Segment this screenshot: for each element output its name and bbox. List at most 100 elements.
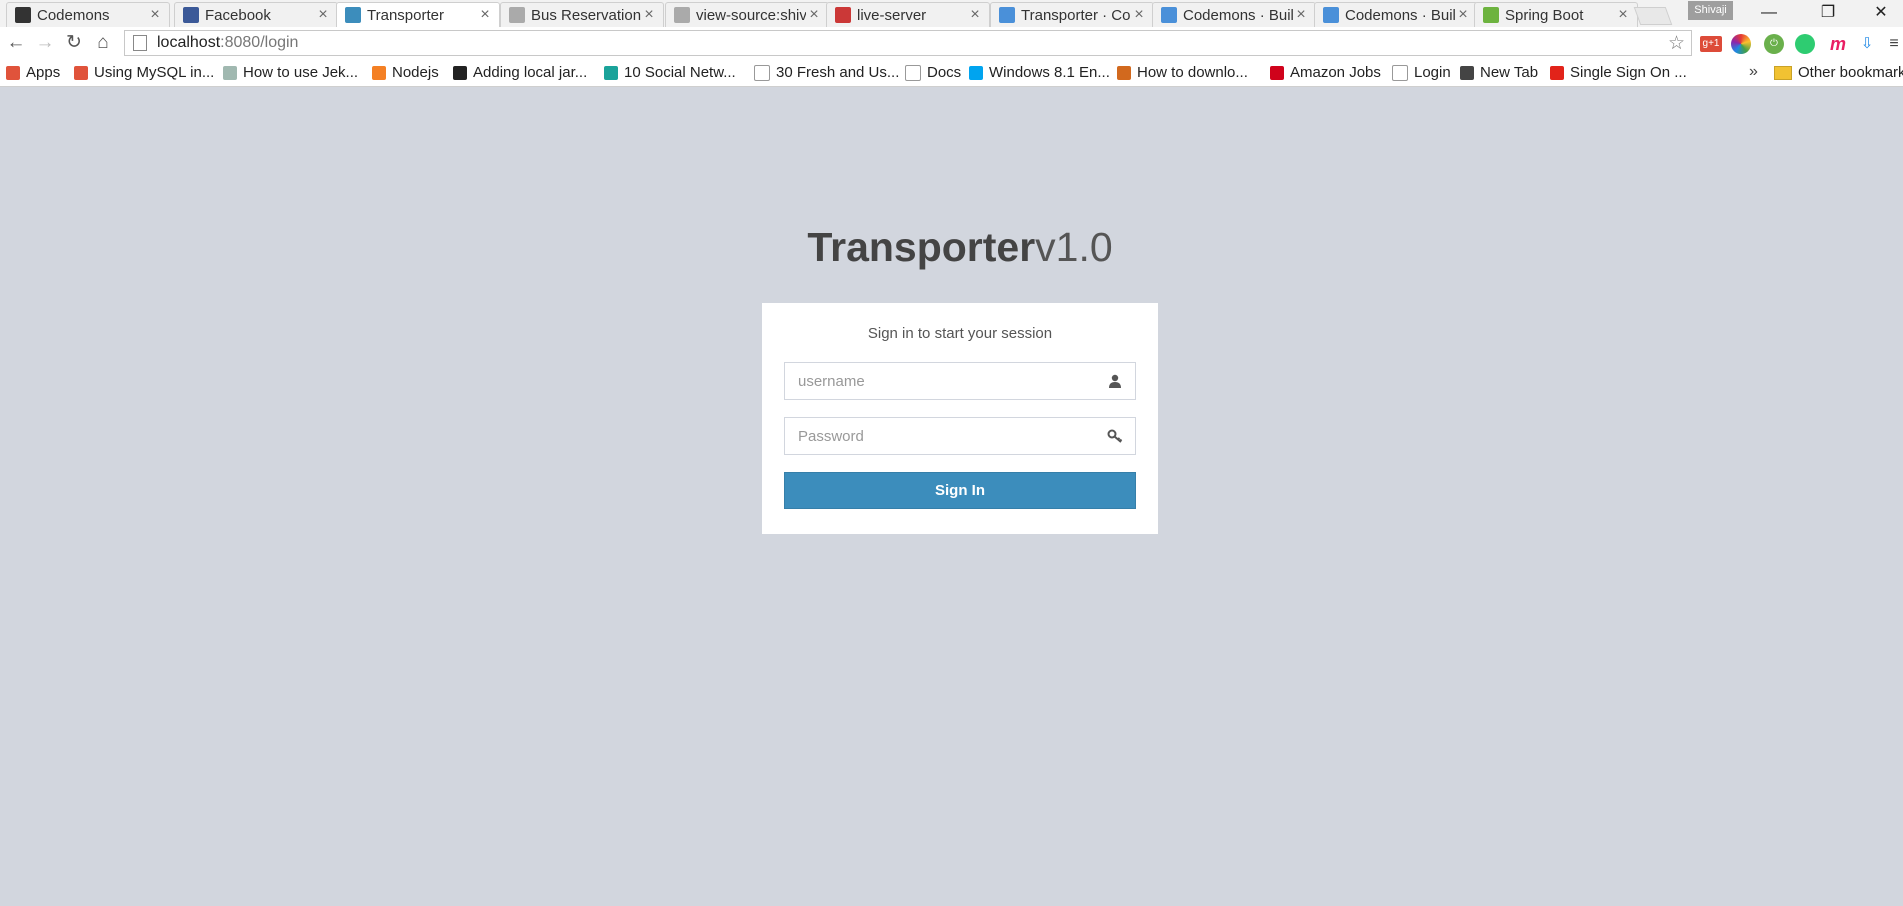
bookmark-label: Windows 8.1 En...: [989, 64, 1110, 81]
npm-icon: [835, 7, 851, 23]
page-icon: [905, 64, 921, 81]
tab-0[interactable]: Codemons ×: [6, 2, 170, 27]
bookmarks-bar: Apps Using MySQL in... How to use Jek... No…: [0, 60, 1903, 87]
tab-3[interactable]: Bus Reservation ×: [500, 2, 664, 27]
bookmark-item[interactable]: Docs: [905, 64, 961, 81]
tab-2[interactable]: Transporter ×: [336, 2, 500, 27]
tab-title: Facebook: [205, 6, 271, 24]
browser-toolbar: ← → ↻ ⌂ localhost:8080/login ☆ g+1 ⏻ m ⇩…: [0, 27, 1903, 61]
minimize-icon[interactable]: —: [1747, 0, 1791, 27]
loading-icon: [1161, 7, 1177, 23]
bookmark-item[interactable]: 30 Fresh and Us...: [754, 64, 899, 81]
bookmark-item[interactable]: How to use Jek...: [223, 64, 358, 81]
bookmark-label: Adding local jar...: [473, 64, 588, 81]
other-bookmarks-label: Other bookmarks: [1798, 64, 1903, 81]
password-input[interactable]: [785, 418, 1135, 454]
tab-close-icon[interactable]: ×: [147, 6, 163, 24]
bookmark-label: Login: [1414, 64, 1451, 81]
key-icon: [1107, 429, 1123, 443]
tab-close-icon[interactable]: ×: [1293, 6, 1309, 24]
tab-close-icon[interactable]: ×: [967, 6, 983, 24]
logo-name: Transporter: [807, 224, 1036, 270]
profile-badge[interactable]: Shivaji: [1688, 1, 1733, 20]
tab-close-icon[interactable]: ×: [806, 6, 822, 24]
tab-title: live-server: [857, 6, 927, 24]
tab-close-icon[interactable]: ×: [1615, 6, 1631, 24]
bookmark-item[interactable]: Login: [1392, 64, 1451, 81]
download-icon[interactable]: ⇩: [1857, 34, 1877, 54]
tab-7[interactable]: Codemons · Buil ×: [1152, 2, 1316, 27]
close-window-icon[interactable]: ✕: [1859, 0, 1903, 27]
bookmark-star-icon[interactable]: ☆: [1668, 32, 1685, 55]
jekyll-icon: [223, 65, 237, 80]
google-plus-icon[interactable]: g+1: [1700, 36, 1722, 52]
mysql-icon: [74, 65, 88, 80]
tab-5[interactable]: live-server ×: [826, 2, 990, 27]
app-logo: Transporterv1.0: [0, 224, 1903, 271]
facebook-icon: [183, 7, 199, 23]
tab-title: Codemons · Buil: [1345, 6, 1455, 24]
page-icon: [133, 35, 147, 51]
color-wheel-icon[interactable]: [1731, 34, 1751, 54]
bookmark-item[interactable]: Windows 8.1 En...: [969, 64, 1110, 81]
oracle-icon: [1550, 65, 1564, 80]
bookmark-label: New Tab: [1480, 64, 1539, 81]
blank-icon: [1392, 64, 1408, 81]
tab-close-icon[interactable]: ×: [641, 6, 657, 24]
restore-icon[interactable]: ❐: [1806, 0, 1850, 27]
m-icon[interactable]: m: [1828, 34, 1848, 54]
tab-9[interactable]: Spring Boot ×: [1474, 2, 1638, 27]
loading-icon: [999, 7, 1015, 23]
bookmark-label: Using MySQL in...: [94, 64, 215, 81]
username-field: [784, 362, 1136, 400]
tab-6[interactable]: Transporter · Co ×: [990, 2, 1154, 27]
menu-icon[interactable]: ≡: [1884, 34, 1903, 54]
other-bookmarks[interactable]: Other bookmarks: [1774, 64, 1903, 81]
bookmark-label: Single Sign On ...: [1570, 64, 1687, 81]
bookmark-label: Amazon Jobs: [1290, 64, 1381, 81]
tab-strip: Codemons × Facebook × Transporter × Bus Reserv…: [0, 0, 1903, 27]
tab-title: view-source:shiv: [696, 6, 806, 24]
tab-close-icon[interactable]: ×: [315, 6, 331, 24]
reload-icon[interactable]: ↻: [62, 31, 86, 55]
tab-1[interactable]: Facebook ×: [174, 2, 338, 27]
bookmark-item[interactable]: Nodejs: [372, 64, 439, 81]
bookmark-label: 30 Fresh and Us...: [776, 64, 900, 81]
new-tab-button[interactable]: [1633, 7, 1673, 25]
tab-8[interactable]: Codemons · Buil ×: [1314, 2, 1478, 27]
tab-4[interactable]: view-source:shiv ×: [665, 2, 829, 27]
forward-icon[interactable]: →: [33, 31, 57, 55]
bookmark-label: Apps: [26, 64, 61, 81]
bookmark-label: 10 Social Netw...: [624, 64, 736, 81]
stack-icon: [372, 65, 386, 80]
tab-close-icon[interactable]: ×: [1131, 6, 1147, 24]
bookmark-item[interactable]: How to downlo...: [1117, 64, 1248, 81]
bookmark-item[interactable]: Single Sign On ...: [1550, 64, 1687, 81]
home-icon[interactable]: ⌂: [91, 31, 115, 55]
bookmark-item[interactable]: Apps: [6, 64, 60, 81]
bookmark-label: How to use Jek...: [243, 64, 359, 81]
bookmark-label: How to downlo...: [1137, 64, 1248, 81]
username-input[interactable]: [785, 363, 1135, 399]
bookmark-item[interactable]: Adding local jar...: [453, 64, 587, 81]
power-icon[interactable]: ⏻: [1764, 34, 1784, 54]
evernote-icon[interactable]: [1795, 34, 1815, 54]
sign-in-button[interactable]: Sign In: [784, 472, 1136, 509]
apps-grid-icon: [6, 65, 20, 80]
logo-version: v1.0: [1035, 224, 1113, 270]
bookmark-item[interactable]: Amazon Jobs: [1270, 64, 1381, 81]
bookmark-item[interactable]: 10 Social Netw...: [604, 64, 736, 81]
login-box: Sign in to start your session Sign In: [762, 303, 1158, 534]
bookmark-item[interactable]: New Tab: [1460, 64, 1538, 81]
feather-icon: [345, 7, 361, 23]
bookmarks-overflow-button[interactable]: »: [1749, 63, 1758, 81]
back-icon[interactable]: ←: [4, 31, 28, 55]
page-icon: [754, 64, 770, 81]
tab-close-icon[interactable]: ×: [477, 6, 493, 24]
tab-title: Bus Reservation: [531, 6, 641, 24]
bookmark-item[interactable]: Using MySQL in...: [74, 64, 214, 81]
address-bar[interactable]: localhost:8080/login ☆: [124, 30, 1692, 56]
s-icon: [509, 7, 525, 23]
tab-close-icon[interactable]: ×: [1455, 6, 1471, 24]
url-host: localhost: [157, 34, 221, 51]
